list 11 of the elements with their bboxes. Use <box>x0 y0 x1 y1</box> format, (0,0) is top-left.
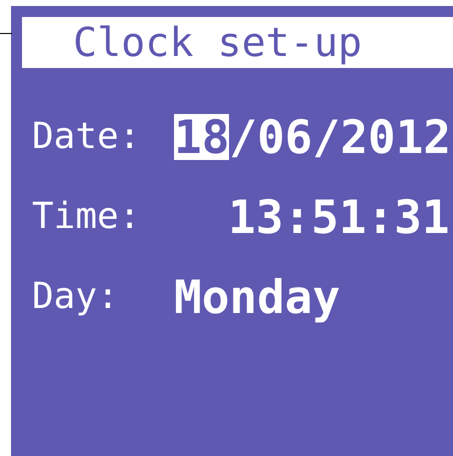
field-value: Monday <box>174 274 340 320</box>
field-value: 13:51:31 <box>228 194 450 240</box>
field-label: Date: <box>32 119 140 155</box>
field-value: 06 <box>257 114 312 160</box>
field-value: / <box>229 114 258 160</box>
field-value: 2012 <box>340 114 451 160</box>
window-title: Clock set-up <box>73 22 362 62</box>
field-value[interactable]: 18 <box>174 114 230 160</box>
field-value: / <box>312 114 340 160</box>
field-label: Time: <box>32 199 140 235</box>
field-label: Day: <box>32 279 119 315</box>
